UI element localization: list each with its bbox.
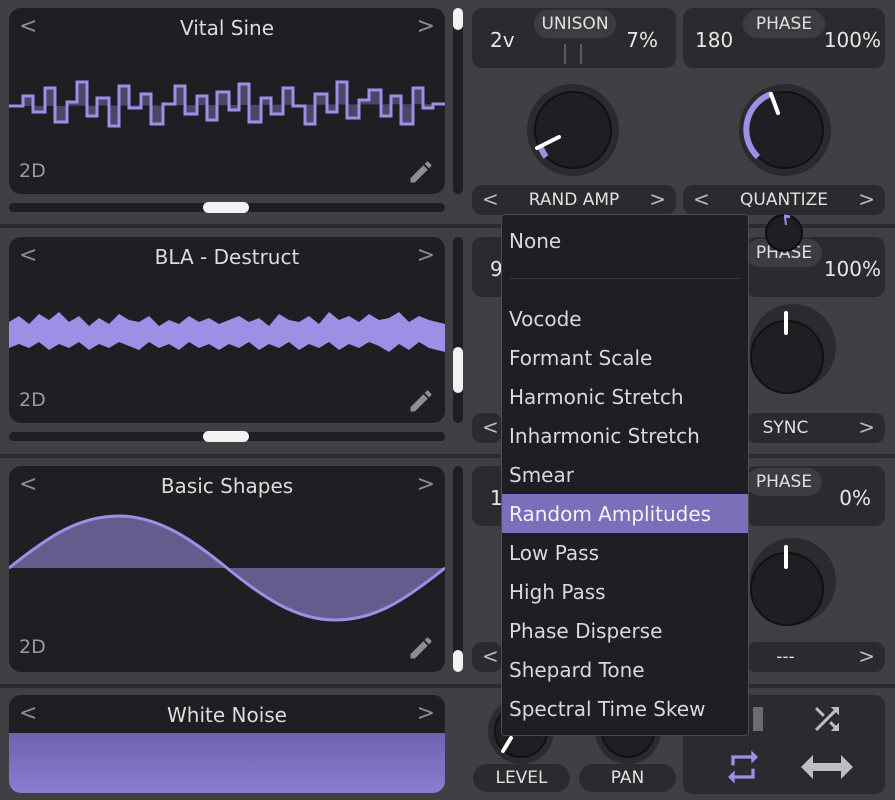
menu-item-spectral-time-skew[interactable]: Spectral Time Skew xyxy=(502,689,748,728)
phase-label: PHASE xyxy=(746,468,822,496)
menu-item-shepard-tone[interactable]: Shepard Tone xyxy=(502,650,748,689)
noise-name[interactable]: White Noise xyxy=(9,703,445,727)
wavetable-display-2[interactable]: < BLA - Destruct > 2D xyxy=(9,237,445,423)
menu-item-high-pass[interactable]: High Pass xyxy=(502,572,748,611)
phase-box[interactable]: PHASE 0% xyxy=(746,466,885,526)
spectral-mode-selector[interactable]: < xyxy=(472,642,502,672)
menu-item-label: High Pass xyxy=(509,580,606,604)
unison-box[interactable]: UNISON 2v 7% xyxy=(472,8,676,68)
level-slider[interactable] xyxy=(453,237,463,423)
menu-item-label: Smear xyxy=(509,463,574,487)
next-mode-button[interactable]: > xyxy=(858,187,875,211)
next-noise-button[interactable]: > xyxy=(417,701,435,726)
swap-arrows-icon[interactable] xyxy=(801,751,853,783)
prev-spectral-button[interactable]: < xyxy=(482,644,499,668)
next-mode-button[interactable]: > xyxy=(858,415,875,439)
waveform-graphic xyxy=(9,312,445,352)
phase-box[interactable]: PHASE 180 100% xyxy=(683,8,885,68)
level-slider[interactable] xyxy=(453,466,463,672)
phase-knob[interactable] xyxy=(746,300,840,394)
menu-item-label: Phase Disperse xyxy=(509,619,663,643)
phase-knob[interactable] xyxy=(735,80,835,180)
noise-graphic xyxy=(9,733,445,793)
unison-detune[interactable]: 7% xyxy=(626,28,658,52)
random-mode-label[interactable]: SYNC xyxy=(746,418,825,438)
prev-spectral-button[interactable]: < xyxy=(482,415,499,439)
menu-item-label: None xyxy=(509,229,562,253)
pencil-icon[interactable] xyxy=(407,634,435,662)
phase-label: PHASE xyxy=(743,10,825,38)
phase-random[interactable]: 0% xyxy=(839,486,871,510)
dimension-toggle[interactable]: 2D xyxy=(19,636,46,658)
menu-item-phase-disperse[interactable]: Phase Disperse xyxy=(502,611,748,650)
next-wavetable-button[interactable]: > xyxy=(417,472,435,497)
wavetable-display-1[interactable]: < Vital Sine > 2D xyxy=(9,8,445,194)
menu-item-inharmonic-stretch[interactable]: Inharmonic Stretch xyxy=(502,416,748,455)
menu-item-formant-scale[interactable]: Formant Scale xyxy=(502,338,748,377)
phase-knob[interactable] xyxy=(746,534,840,628)
level-slider[interactable] xyxy=(453,8,463,194)
unison-voices[interactable]: 2v xyxy=(490,28,515,52)
spectral-mode-dropdown[interactable]: None Vocode Formant Scale Harmonic Stret… xyxy=(501,214,749,736)
frame-scrollbar[interactable] xyxy=(9,202,445,213)
menu-item-label: Random Amplitudes xyxy=(509,502,712,526)
next-wavetable-button[interactable]: > xyxy=(417,14,435,39)
scrollbar-thumb[interactable] xyxy=(203,431,249,442)
pencil-icon[interactable] xyxy=(407,387,435,415)
menu-item-none[interactable]: None xyxy=(502,221,748,260)
menu-item-label: Low Pass xyxy=(509,541,599,565)
random-mode-selector[interactable]: < QUANTIZE > xyxy=(683,185,885,215)
slider-thumb[interactable] xyxy=(453,650,463,672)
frame-scrollbar[interactable] xyxy=(9,431,445,442)
loop-icon[interactable] xyxy=(719,747,767,787)
mini-knob[interactable] xyxy=(764,213,804,253)
wavetable-name[interactable]: BLA - Destruct xyxy=(9,245,445,269)
random-mode-label[interactable]: QUANTIZE xyxy=(683,190,885,210)
wavetable-name[interactable]: Basic Shapes xyxy=(9,474,445,498)
phase-value[interactable]: 180 xyxy=(695,28,733,52)
phase-random[interactable]: 100% xyxy=(824,257,881,281)
wavetable-display-3[interactable]: < Basic Shapes > 2D xyxy=(9,466,445,672)
random-mode-label[interactable]: --- xyxy=(746,647,825,667)
menu-separator xyxy=(510,278,740,279)
menu-item-label: Inharmonic Stretch xyxy=(509,424,700,448)
menu-item-label: Vocode xyxy=(509,307,582,331)
menu-item-label: Spectral Time Skew xyxy=(509,697,706,721)
spectral-mode-selector[interactable]: < RAND AMP > xyxy=(472,185,676,215)
detune-marker xyxy=(580,44,582,64)
spectral-mode-label[interactable]: RAND AMP xyxy=(472,190,676,210)
next-spectral-button[interactable]: > xyxy=(649,187,666,211)
menu-item-label: Formant Scale xyxy=(509,346,653,370)
level-label: LEVEL xyxy=(473,764,570,792)
dimension-toggle[interactable]: 2D xyxy=(19,389,46,411)
shuffle-icon[interactable] xyxy=(805,701,849,737)
waveform-graphic xyxy=(9,514,445,622)
noise-display[interactable]: < White Noise > xyxy=(9,695,445,793)
spectral-mode-selector[interactable]: < xyxy=(472,413,502,443)
waveform-graphic xyxy=(9,80,445,128)
menu-item-harmonic-stretch[interactable]: Harmonic Stretch xyxy=(502,377,748,416)
slider-thumb[interactable] xyxy=(453,8,463,30)
menu-item-label: Harmonic Stretch xyxy=(509,385,684,409)
unison-label: UNISON xyxy=(534,10,616,38)
random-mode-selector[interactable]: --- > xyxy=(746,642,885,672)
menu-item-random-amplitudes[interactable]: Random Amplitudes xyxy=(502,494,748,533)
menu-item-smear[interactable]: Smear xyxy=(502,455,748,494)
dimension-toggle[interactable]: 2D xyxy=(19,160,46,182)
next-wavetable-button[interactable]: > xyxy=(417,243,435,268)
menu-item-label: Shepard Tone xyxy=(509,658,645,682)
phase-random[interactable]: 100% xyxy=(824,28,881,52)
scrollbar-thumb[interactable] xyxy=(203,202,249,213)
detune-marker xyxy=(564,44,566,64)
next-mode-button[interactable]: > xyxy=(858,644,875,668)
wavetable-name[interactable]: Vital Sine xyxy=(9,16,445,40)
pencil-icon[interactable] xyxy=(407,158,435,186)
menu-item-vocode[interactable]: Vocode xyxy=(502,299,748,338)
spectral-amount-knob[interactable] xyxy=(523,80,623,180)
random-mode-selector[interactable]: SYNC > xyxy=(746,413,885,443)
menu-item-low-pass[interactable]: Low Pass xyxy=(502,533,748,572)
slider-thumb[interactable] xyxy=(453,347,463,393)
pan-label: PAN xyxy=(579,764,676,792)
